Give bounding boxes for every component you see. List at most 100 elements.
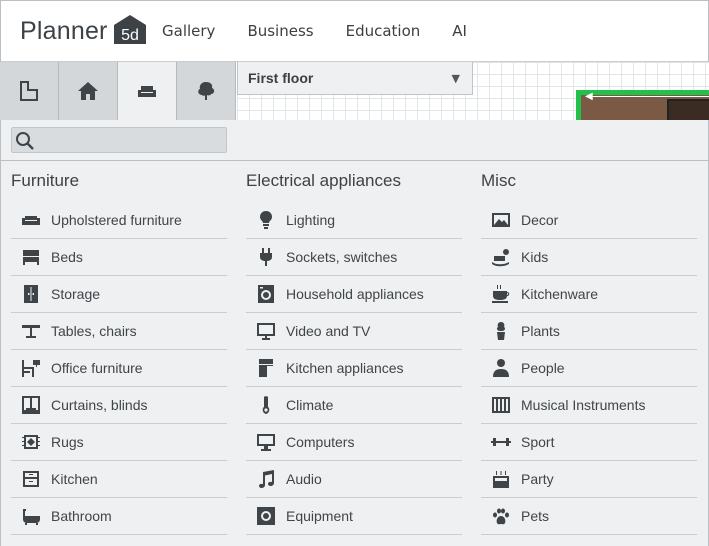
tree-icon <box>198 82 215 100</box>
category-item-upholstered[interactable]: Upholstered furniture <box>11 202 227 239</box>
category-item-label: Audio <box>286 471 322 487</box>
washing-machine-icon <box>246 276 286 312</box>
category-item-label: Sockets, switches <box>286 249 398 265</box>
nav-links: Gallery Business Education AI <box>162 22 499 40</box>
nav-link-education[interactable]: Education <box>346 22 421 40</box>
table-icon <box>11 313 51 349</box>
category-item-people[interactable]: People <box>481 350 697 387</box>
wardrobe-icon <box>11 276 51 312</box>
nav-link-ai[interactable]: AI <box>452 22 467 40</box>
category-title: Furniture <box>11 171 80 190</box>
category-item-equipment[interactable]: Equipment <box>246 498 462 535</box>
fridge-icon <box>246 350 286 386</box>
category-item-label: Kitchen appliances <box>286 360 404 376</box>
category-item-label: Beds <box>51 249 83 265</box>
music-note-icon <box>246 461 286 497</box>
category-item-lighting[interactable]: Lighting <box>246 202 462 239</box>
category-item-label: Video and TV <box>286 323 371 339</box>
category-item-label: Tables, chairs <box>51 323 137 339</box>
category-item-kitchenware[interactable]: Kitchenware <box>481 276 697 313</box>
wall-line <box>591 96 709 97</box>
category-item-video-tv[interactable]: Video and TV <box>246 313 462 350</box>
category-item-computers[interactable]: Computers <box>246 424 462 461</box>
catalog-panel: Furniture Upholstered furniture Beds Sto… <box>0 120 709 546</box>
category-item-label: Lighting <box>286 212 336 228</box>
category-item-kitchen[interactable]: Kitchen <box>11 461 227 498</box>
category-column-misc: Misc Decor Kids Kitchenware Plants Peopl… <box>481 160 697 535</box>
category-item-label: Pets <box>521 508 550 524</box>
svg-text:5d: 5d <box>121 27 139 44</box>
category-column-electrical: Electrical appliances Lighting Sockets, … <box>246 160 462 535</box>
category-item-musical[interactable]: Musical Instruments <box>481 387 697 424</box>
dumbbell-icon <box>481 424 521 460</box>
category-item-label: Kitchenware <box>521 286 599 302</box>
search-icon <box>16 132 34 150</box>
category-item-label: Upholstered furniture <box>51 212 182 228</box>
category-item-pets[interactable]: Pets <box>481 498 697 535</box>
category-item-label: Household appliances <box>286 286 424 302</box>
cake-icon <box>481 461 521 497</box>
category-item-audio[interactable]: Audio <box>246 461 462 498</box>
nav-link-gallery[interactable]: Gallery <box>162 22 215 40</box>
category-item-storage[interactable]: Storage <box>11 276 227 313</box>
category-title: Misc <box>481 171 516 190</box>
category-item-label: Party <box>521 471 554 487</box>
person-icon <box>481 350 521 386</box>
category-item-sport[interactable]: Sport <box>481 424 697 461</box>
category-item-party[interactable]: Party <box>481 461 697 498</box>
category-item-bathroom[interactable]: Bathroom <box>11 498 227 535</box>
category-item-label: Decor <box>521 212 559 228</box>
logo-text: Planner <box>20 16 108 45</box>
category-item-label: Rugs <box>51 434 84 450</box>
search-input[interactable] <box>11 127 227 153</box>
category-item-office[interactable]: Office furniture <box>11 350 227 387</box>
category-item-beds[interactable]: Beds <box>11 239 227 276</box>
category-item-kitchen-appliances[interactable]: Kitchen appliances <box>246 350 462 387</box>
piano-icon <box>481 387 521 423</box>
furniture-tool-button[interactable] <box>118 62 177 120</box>
category-item-label: Office furniture <box>51 360 143 376</box>
floor-select-label: First floor <box>248 70 314 86</box>
category-item-household[interactable]: Household appliances <box>246 276 462 313</box>
category-item-label: Bathroom <box>51 508 112 524</box>
teacup-icon <box>481 276 521 312</box>
category-column-furniture: Furniture Upholstered furniture Beds Sto… <box>11 160 227 535</box>
paw-icon <box>481 498 521 534</box>
category-item-decor[interactable]: Decor <box>481 202 697 239</box>
thermometer-icon <box>246 387 286 423</box>
category-item-kids[interactable]: Kids <box>481 239 697 276</box>
category-item-tables[interactable]: Tables, chairs <box>11 313 227 350</box>
sofa-icon <box>11 202 51 238</box>
floor-select[interactable]: First floor ▼ <box>237 62 473 95</box>
room-outline[interactable]: ◀ <box>576 90 709 125</box>
category-item-label: Storage <box>51 286 101 302</box>
dropdown-arrow-icon: ▼ <box>451 72 460 85</box>
nav-link-business[interactable]: Business <box>247 22 313 40</box>
planner5d-logo[interactable]: Planner 5d <box>20 15 148 47</box>
category-item-rugs[interactable]: Rugs <box>11 424 227 461</box>
tv-icon <box>246 313 286 349</box>
house-tool-button[interactable] <box>59 62 118 120</box>
bathtub-icon <box>11 498 51 534</box>
bed-icon <box>11 239 51 275</box>
rocking-horse-icon <box>481 239 521 275</box>
floorplan-icon <box>20 81 38 101</box>
gear-icon <box>246 498 286 534</box>
kitchen-cabinet-icon <box>11 461 51 497</box>
category-item-plants[interactable]: Plants <box>481 313 697 350</box>
monitor-icon <box>246 424 286 460</box>
category-item-climate[interactable]: Climate <box>246 387 462 424</box>
category-item-curtains[interactable]: Curtains, blinds <box>11 387 227 424</box>
nature-tool-button[interactable] <box>177 62 236 120</box>
category-title: Electrical appliances <box>246 171 401 190</box>
bulb-icon <box>246 202 286 238</box>
category-item-label: Equipment <box>286 508 353 524</box>
top-nav: Planner 5d Gallery Business Education AI <box>0 0 709 62</box>
category-item-sockets[interactable]: Sockets, switches <box>246 239 462 276</box>
floorplan-tool-button[interactable] <box>0 62 59 120</box>
furniture-icon <box>138 86 156 97</box>
arrow-left-icon: ◀ <box>585 91 593 102</box>
category-item-label: Sport <box>521 434 555 450</box>
category-item-label: Curtains, blinds <box>51 397 148 413</box>
category-item-label: Plants <box>521 323 560 339</box>
